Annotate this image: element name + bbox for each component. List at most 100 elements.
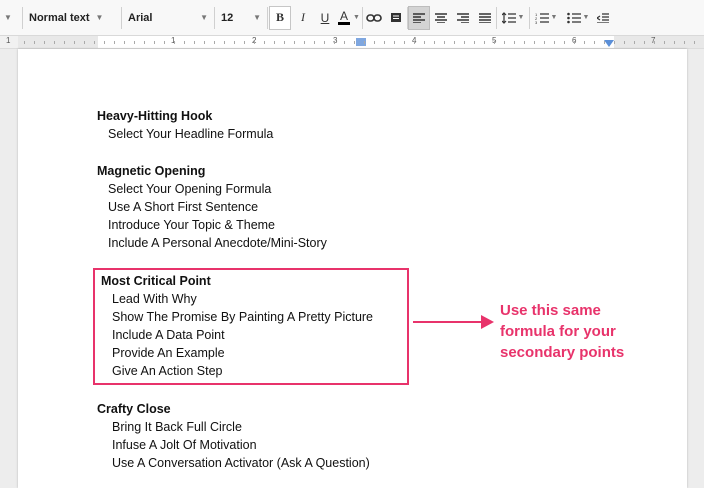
decrease-indent-icon bbox=[597, 12, 609, 23]
chevron-down-icon: ▼ bbox=[582, 14, 590, 21]
formatting-toolbar: ▼ Normal text ▼ Arial ▼ 12 ▼ B I U A ▼ ▼… bbox=[0, 0, 704, 36]
ruler-tick bbox=[434, 41, 435, 44]
ruler-tick bbox=[24, 41, 25, 44]
ruler-tick bbox=[524, 41, 525, 44]
ruler-tick bbox=[444, 41, 445, 44]
italic-button[interactable]: I bbox=[292, 6, 314, 30]
ruler-tick bbox=[674, 41, 675, 44]
annotation-callout: Use this same formula for your secondary… bbox=[500, 300, 624, 363]
justify-button[interactable] bbox=[474, 6, 496, 30]
align-center-button[interactable] bbox=[430, 6, 452, 30]
ruler-tick bbox=[244, 41, 245, 44]
ruler-tick bbox=[384, 41, 385, 44]
ruler-tick bbox=[504, 41, 505, 44]
ruler-tick bbox=[604, 41, 605, 44]
text-color-letter: A bbox=[338, 9, 351, 25]
chevron-down-icon: ▼ bbox=[550, 14, 558, 21]
ruler-tick bbox=[54, 41, 55, 44]
font-dropdown[interactable]: Arial ▼ bbox=[122, 6, 214, 30]
ruler-right-margin bbox=[614, 36, 704, 48]
numbered-list-icon: 123 bbox=[535, 12, 549, 24]
paragraph-style-dropdown[interactable]: Normal text ▼ bbox=[23, 6, 121, 30]
ruler-tick bbox=[224, 41, 225, 44]
section-item: Include A Data Point bbox=[112, 328, 225, 342]
ruler-tick bbox=[184, 41, 185, 44]
section-item: Lead With Why bbox=[112, 292, 197, 306]
ruler-tick bbox=[304, 41, 305, 44]
ruler-tick bbox=[584, 41, 585, 44]
ruler-tick bbox=[94, 41, 95, 44]
ruler-left-margin bbox=[18, 36, 98, 48]
bold-button[interactable]: B bbox=[269, 5, 291, 30]
line-spacing-button[interactable]: ▼ bbox=[497, 6, 529, 30]
section-item: Use A Conversation Activator (Ask A Ques… bbox=[112, 456, 370, 470]
ruler-tick bbox=[664, 41, 665, 44]
chevron-down-icon: ▼ bbox=[517, 14, 525, 21]
ruler-tick bbox=[414, 41, 415, 44]
toolbar-overflow[interactable]: ▼ bbox=[0, 6, 22, 30]
ruler-tick bbox=[104, 41, 105, 44]
ruler-tick bbox=[564, 41, 565, 44]
ruler-tick bbox=[594, 41, 595, 44]
align-left-button[interactable] bbox=[408, 5, 430, 30]
ruler-tick bbox=[484, 41, 485, 44]
ruler-tick bbox=[264, 41, 265, 44]
section-item: Introduce Your Topic & Theme bbox=[108, 218, 276, 232]
chevron-down-icon: ▼ bbox=[95, 13, 104, 22]
ruler-tick bbox=[74, 41, 75, 44]
link-icon bbox=[366, 13, 382, 22]
ruler-tick bbox=[634, 41, 635, 44]
link-button[interactable] bbox=[363, 6, 385, 30]
numbered-list-button[interactable]: 123 ▼ bbox=[530, 6, 562, 30]
font-size-value: 12 bbox=[221, 11, 234, 24]
ruler-tick bbox=[684, 41, 685, 44]
ruler-tick bbox=[164, 41, 165, 44]
section-item: Include A Personal Anecdote/Mini-Story bbox=[108, 236, 327, 250]
ruler-tick bbox=[554, 41, 555, 44]
section-item: Show The Promise By Painting A Pretty Pi… bbox=[112, 310, 374, 324]
ruler-tick bbox=[534, 41, 535, 44]
bulleted-list-icon bbox=[566, 12, 581, 23]
text-color-button[interactable]: A ▼ bbox=[336, 6, 362, 30]
ruler-tick bbox=[154, 41, 155, 44]
callout-line: Use this same bbox=[500, 302, 601, 319]
ruler-tick bbox=[494, 41, 495, 44]
ruler-tick bbox=[424, 41, 425, 44]
ruler-tick bbox=[44, 41, 45, 44]
align-right-icon bbox=[457, 12, 469, 23]
ruler-tick bbox=[84, 41, 85, 44]
ruler-tick bbox=[274, 41, 275, 44]
ruler-tick bbox=[174, 41, 175, 44]
font-size-dropdown[interactable]: 12 ▼ bbox=[215, 6, 267, 30]
ruler-tick bbox=[394, 41, 395, 44]
ruler: 1 1 2 3 4 5 6 7 bbox=[0, 36, 704, 49]
ruler-tick bbox=[324, 41, 325, 44]
decrease-indent-button[interactable] bbox=[594, 6, 612, 30]
bulleted-list-button[interactable]: ▼ bbox=[562, 6, 594, 30]
align-center-icon bbox=[435, 12, 447, 23]
ruler-tick bbox=[144, 41, 145, 44]
ruler-tick bbox=[284, 41, 285, 44]
ruler-tick bbox=[464, 41, 465, 44]
ruler-number: 1 bbox=[6, 36, 11, 45]
comment-button[interactable] bbox=[385, 6, 407, 30]
callout-line: formula for your bbox=[500, 323, 616, 340]
underline-button[interactable]: U bbox=[314, 6, 336, 30]
ruler-tick bbox=[474, 41, 475, 44]
svg-text:3: 3 bbox=[535, 20, 538, 24]
ruler-tick bbox=[114, 41, 115, 44]
justify-icon bbox=[479, 12, 491, 23]
section-item: Provide An Example bbox=[112, 346, 225, 360]
ruler-tick bbox=[314, 41, 315, 44]
ruler-tick bbox=[644, 41, 645, 44]
ruler-tick bbox=[124, 41, 125, 44]
ruler-tick bbox=[614, 41, 615, 44]
right-indent-marker[interactable] bbox=[604, 40, 614, 47]
section-heading: Most Critical Point bbox=[101, 274, 211, 288]
ruler-tick bbox=[134, 41, 135, 44]
ruler-tick bbox=[454, 41, 455, 44]
ruler-tick bbox=[404, 41, 405, 44]
ruler-tick bbox=[694, 41, 695, 44]
ruler-tick bbox=[574, 41, 575, 44]
align-right-button[interactable] bbox=[452, 6, 474, 30]
